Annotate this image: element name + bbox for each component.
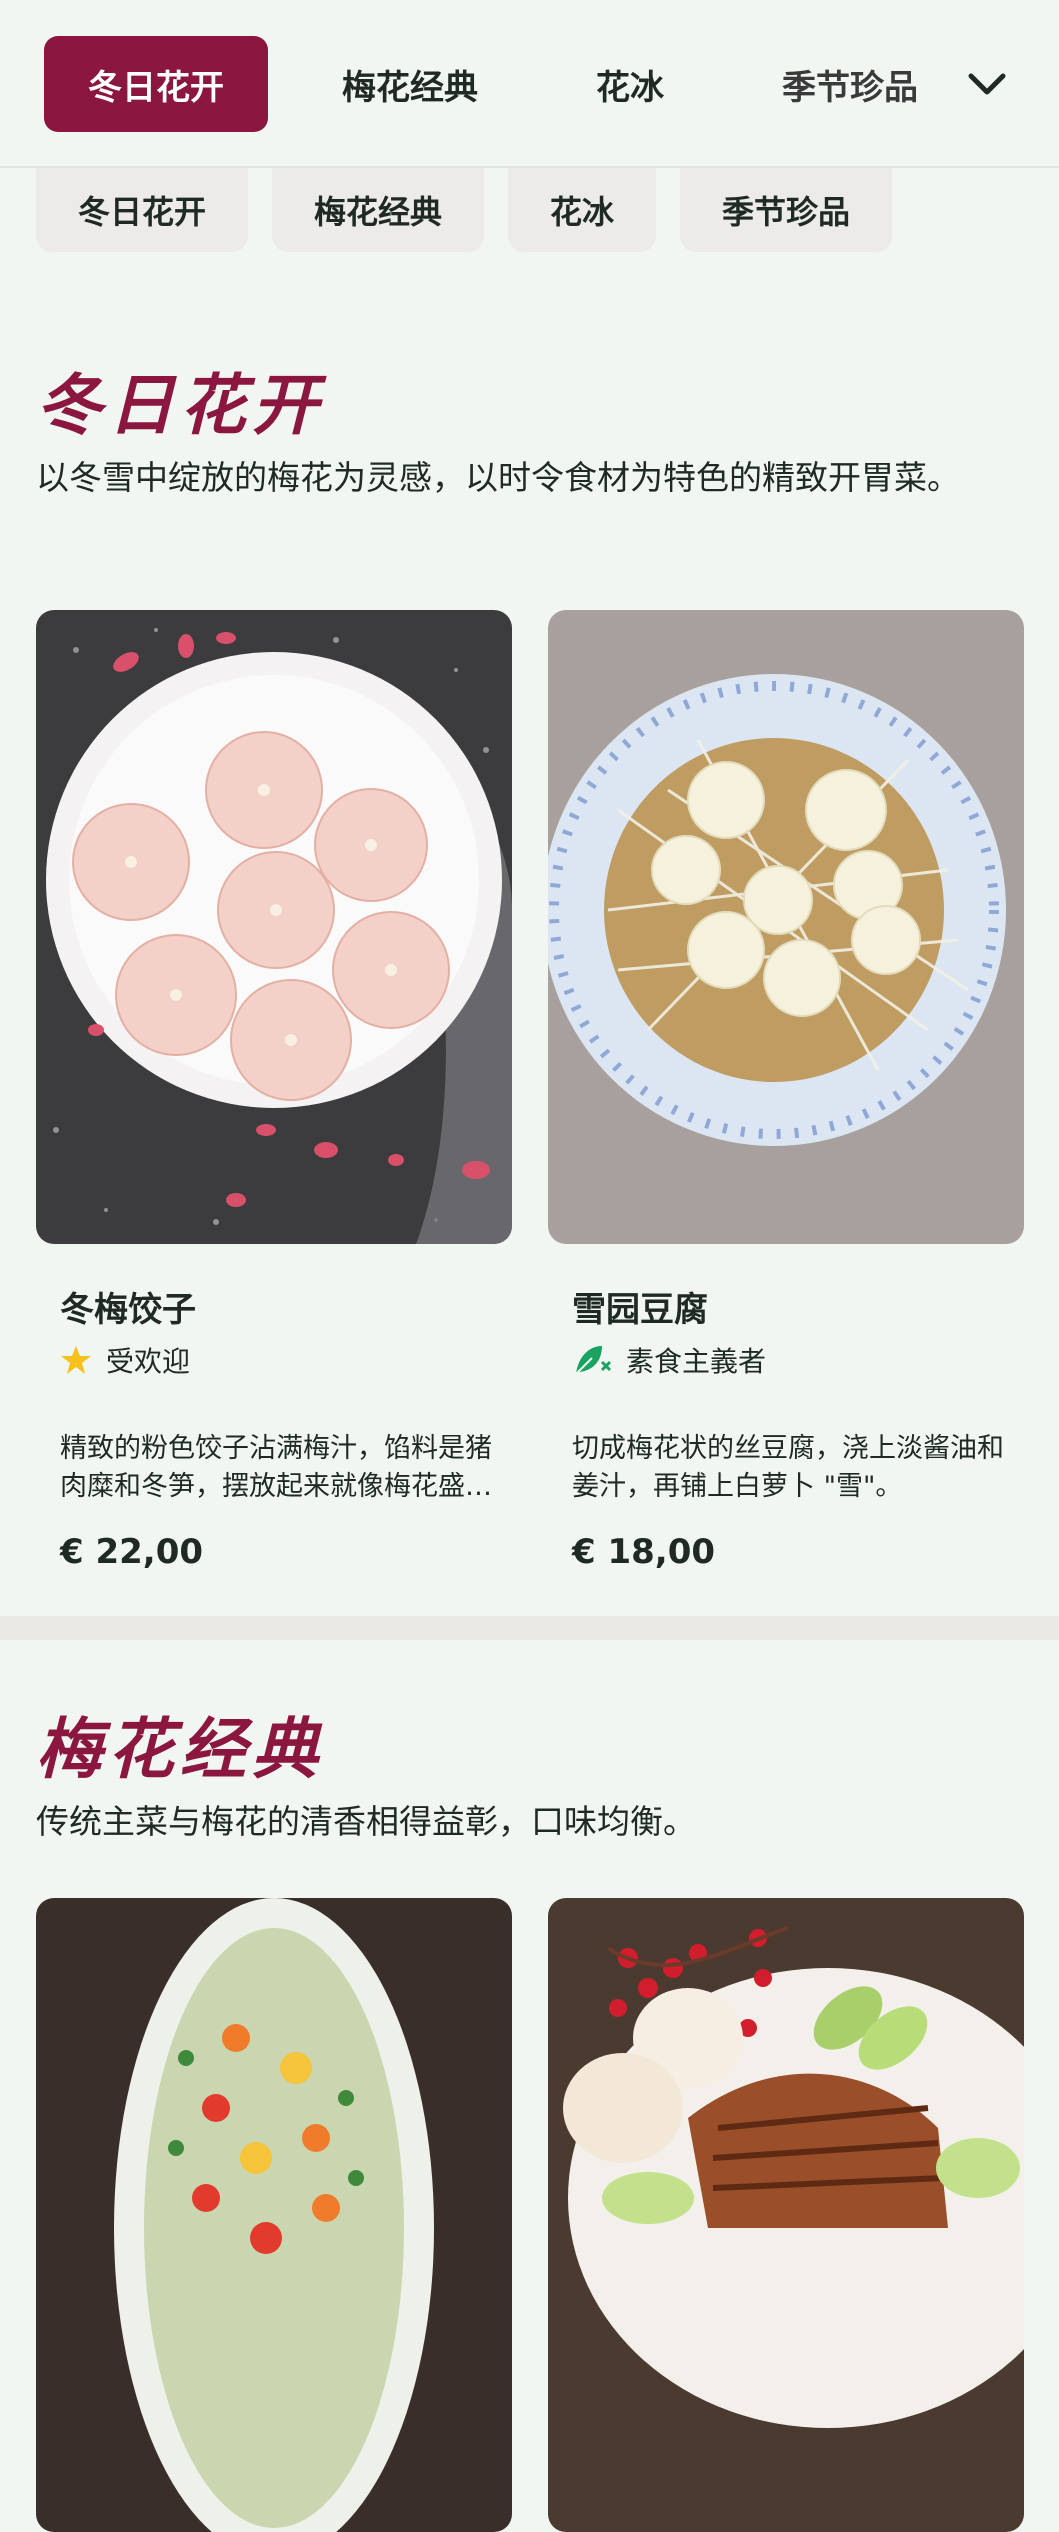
star-icon [61,1346,91,1374]
tab-winter-bloom[interactable]: 冬日花开 [44,36,268,132]
item-price: € 22,00 [60,1532,204,1572]
category-pill-row: 冬日花开 梅花经典 花冰 季节珍品 [36,168,916,252]
item-description: 切成梅花状的丝豆腐，浇上淡酱油和姜汁，再铺上白萝卜 "雪"。 [572,1433,1004,1502]
item-description: 精致的粉色饺子沾满梅汁，馅料是猪肉糜和冬笋，摆放起来就像梅花盛开。 [60,1433,492,1502]
fish-platter-photo [36,1898,512,2532]
chevron-down-icon[interactable] [963,60,1011,108]
pill-plum-classics[interactable]: 梅花经典 [272,168,485,252]
menu-item-card[interactable] [548,1898,1024,2532]
item-price: € 18,00 [572,1532,716,1572]
tab-seasonal-treasures[interactable]: 季节珍品 [738,36,962,132]
pill-seasonal-treasures[interactable]: 季节珍品 [680,168,893,252]
item-tag-label: 受欢迎 [106,1345,191,1378]
section-description: 以冬雪中绽放的梅花为灵感，以时令食材为特色的精致开胃菜。 [36,458,960,497]
tab-plum-classics[interactable]: 梅花经典 [298,36,522,132]
menu-item-card[interactable]: 雪园豆腐 素食主義者 切成梅花状的丝豆腐，浇上淡酱油和姜汁，再铺上白萝卜 "雪"… [548,610,1024,1572]
menu-item-card[interactable] [36,1898,512,2532]
item-tag-label: 素食主義者 [626,1345,767,1378]
dumplings-photo [36,610,512,1244]
item-name: 雪园豆腐 [572,1290,708,1330]
section-divider [0,1616,1059,1640]
menu-item-card[interactable]: 冬梅饺子 受欢迎 精致的粉色饺子沾满梅汁，馅料是猪肉糜和冬笋，摆放起来就像梅花盛… [36,610,512,1572]
item-tag: 素食主義者 [572,1340,766,1380]
section-description: 传统主菜与梅花的清香相得益彰，口味均衡。 [36,1802,696,1841]
category-tab-bar: 冬日花开 梅花经典 花冰 季节珍品 [0,0,1059,168]
vegan-leaf-icon [575,1346,612,1375]
section-title: 梅花经典 [36,1710,324,1788]
pill-flower-ice[interactable]: 花冰 [508,168,657,252]
pill-winter-bloom[interactable]: 冬日花开 [36,168,249,252]
tofu-photo [548,610,1024,1244]
tab-flower-ice[interactable]: 花冰 [552,36,708,132]
section-title: 冬日花开 [36,366,324,444]
tab-list: 冬日花开 梅花经典 花冰 季节珍品 [44,36,992,132]
roast-pork-photo [548,1898,1024,2532]
item-name: 冬梅饺子 [60,1290,196,1330]
item-tag: 受欢迎 [60,1340,190,1380]
